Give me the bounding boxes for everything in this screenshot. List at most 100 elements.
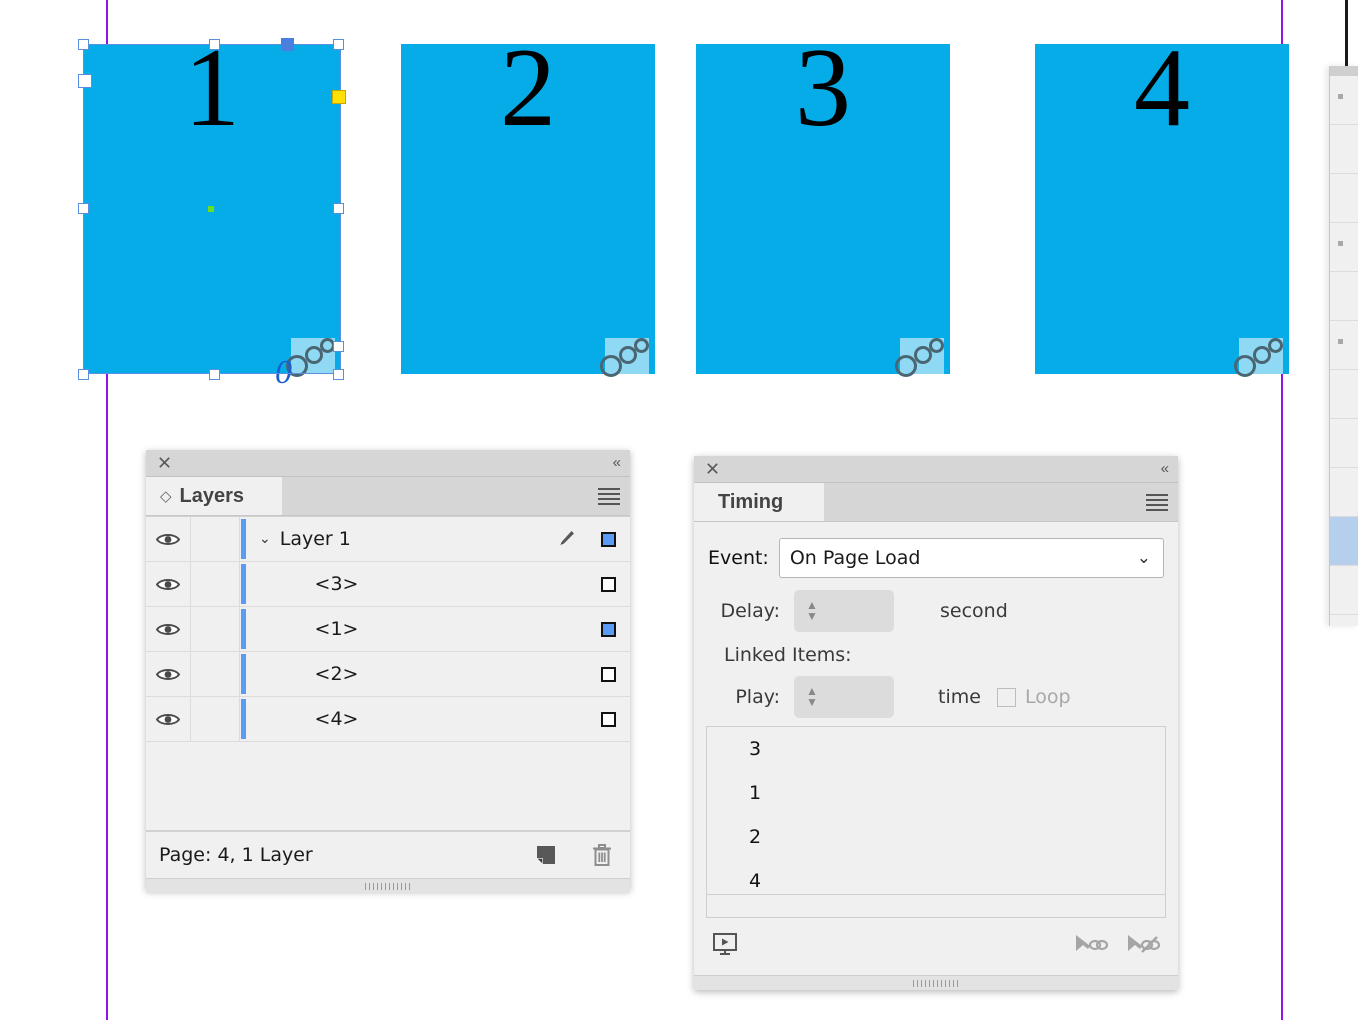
timing-panel-titlebar: « — [694, 456, 1178, 483]
handle-bottom-left[interactable] — [78, 369, 89, 380]
close-icon[interactable] — [157, 455, 172, 470]
layer-name-text: <1> — [314, 618, 359, 640]
list-item[interactable]: 3 — [707, 727, 1165, 771]
unlink-items-button[interactable] — [1126, 932, 1161, 960]
artboard-4-number: 4 — [1134, 26, 1190, 150]
layer-name-cell[interactable]: <3> — [247, 573, 546, 595]
layer-name-cell[interactable]: <1> — [247, 618, 546, 640]
right-panel-row[interactable] — [1330, 125, 1358, 174]
right-panel-row[interactable] — [1330, 272, 1358, 321]
target-toggle[interactable] — [586, 711, 630, 727]
chevron-down-icon[interactable]: ▼ — [806, 610, 818, 622]
visibility-toggle[interactable] — [146, 652, 191, 696]
handle-right-lower[interactable] — [333, 341, 344, 352]
trash-icon — [593, 844, 611, 866]
collapse-icon[interactable]: « — [1161, 460, 1169, 477]
layer-color-bar — [240, 652, 247, 696]
layer-rows: ⌄ Layer 1 <3> <1> <2> <4> — [146, 516, 630, 831]
preview-spread-button[interactable] — [712, 932, 738, 960]
delete-layer-button[interactable] — [574, 842, 630, 868]
tab-timing[interactable]: Timing — [694, 483, 824, 521]
tab-timing-label: Timing — [718, 490, 784, 513]
right-panel-row[interactable] — [1330, 174, 1358, 223]
layer-name-cell[interactable]: <2> — [247, 663, 546, 685]
layer-row-3[interactable]: <3> — [146, 562, 630, 607]
right-docked-panel[interactable] — [1329, 66, 1358, 626]
artboard-2-number: 2 — [500, 26, 556, 150]
collapse-icon[interactable]: « — [613, 454, 621, 471]
delay-stepper[interactable]: ▲ ▼ — [794, 590, 894, 632]
handle-top-center[interactable] — [209, 39, 220, 50]
close-icon[interactable] — [705, 461, 720, 476]
layers-panel-tabbar: ◇ Layers — [146, 477, 630, 516]
list-item[interactable]: 1 — [707, 771, 1165, 815]
artboard-4[interactable]: 4 — [1035, 32, 1289, 377]
handle-top-left[interactable] — [78, 39, 89, 50]
layer-name-text: <4> — [314, 708, 359, 730]
chevron-down-icon[interactable]: ▼ — [806, 696, 818, 708]
play-stepper[interactable]: ▲ ▼ — [794, 676, 894, 718]
layers-panel-resize-grip[interactable] — [146, 878, 630, 893]
target-square-icon — [600, 621, 616, 637]
layer-name-cell[interactable]: ⌄ Layer 1 — [247, 528, 546, 550]
handle-middle-left[interactable] — [78, 203, 89, 214]
right-panel-row-selected[interactable] — [1330, 517, 1358, 566]
lock-toggle[interactable] — [191, 517, 240, 561]
visibility-toggle[interactable] — [146, 607, 191, 651]
event-row: Event: On Page Load ⌄ — [694, 538, 1178, 578]
handle-top-blue[interactable] — [281, 38, 294, 51]
layer-name-text: Layer 1 — [279, 528, 351, 550]
linked-items-list[interactable]: 3 1 2 4 — [706, 726, 1166, 918]
pencil-icon[interactable] — [546, 528, 586, 550]
right-panel-row[interactable] — [1330, 419, 1358, 468]
right-panel-row[interactable] — [1330, 76, 1358, 125]
layers-panel[interactable]: « ◇ Layers ⌄ Layer 1 <3> <1> <2> <4> Pag… — [146, 450, 630, 893]
handle-middle-right[interactable] — [333, 203, 344, 214]
handle-top-right[interactable] — [333, 39, 344, 50]
right-panel-row[interactable] — [1330, 321, 1358, 370]
layers-empty-area[interactable] — [146, 742, 630, 831]
right-panel-row[interactable] — [1330, 468, 1358, 517]
handle-bottom-center[interactable] — [209, 369, 220, 380]
target-toggle[interactable] — [586, 666, 630, 682]
layer-row-4[interactable]: <4> — [146, 697, 630, 742]
artboard-3[interactable]: 3 — [696, 32, 950, 377]
animation-badge-3 — [895, 338, 944, 377]
loop-checkbox[interactable] — [996, 687, 1016, 707]
target-toggle[interactable] — [586, 576, 630, 592]
timing-panel-resize-grip[interactable] — [694, 975, 1178, 990]
lock-toggle[interactable] — [191, 562, 240, 606]
visibility-toggle[interactable] — [146, 562, 191, 606]
disclosure-triangle-icon[interactable]: ⌄ — [259, 531, 271, 547]
right-panel-row[interactable] — [1330, 370, 1358, 419]
layer-name-cell[interactable]: <4> — [247, 708, 546, 730]
handle-corner-radius[interactable] — [332, 90, 346, 104]
layer-color-bar — [240, 697, 247, 741]
event-select[interactable]: On Page Load ⌄ — [778, 538, 1164, 578]
layer-row-2[interactable]: <2> — [146, 652, 630, 697]
right-panel-row[interactable] — [1330, 566, 1358, 615]
linked-items-row: Linked Items: — [694, 644, 1178, 666]
right-panel-row[interactable] — [1330, 223, 1358, 272]
list-item[interactable]: 2 — [707, 815, 1165, 859]
lock-toggle[interactable] — [191, 697, 240, 741]
link-items-button[interactable] — [1074, 932, 1109, 960]
tab-layers[interactable]: ◇ Layers — [146, 477, 282, 515]
panel-menu-icon[interactable] — [598, 488, 620, 508]
lock-toggle[interactable] — [191, 607, 240, 651]
target-square-icon — [600, 711, 616, 727]
handle-bottom-right[interactable] — [333, 369, 344, 380]
panel-menu-icon[interactable] — [1146, 494, 1168, 514]
layer-row-layer-1[interactable]: ⌄ Layer 1 — [146, 517, 630, 562]
target-toggle[interactable] — [586, 621, 630, 637]
layer-color-bar — [240, 517, 247, 561]
layer-row-1[interactable]: <1> — [146, 607, 630, 652]
target-toggle[interactable] — [586, 531, 630, 547]
timing-panel[interactable]: « Timing Event: On Page Load ⌄ Delay: ▲ … — [694, 456, 1178, 990]
handle-left-upper[interactable] — [78, 74, 92, 88]
new-layer-button[interactable] — [518, 843, 574, 867]
lock-toggle[interactable] — [191, 652, 240, 696]
visibility-toggle[interactable] — [146, 517, 191, 561]
artboard-2[interactable]: 2 — [401, 32, 655, 377]
visibility-toggle[interactable] — [146, 697, 191, 741]
